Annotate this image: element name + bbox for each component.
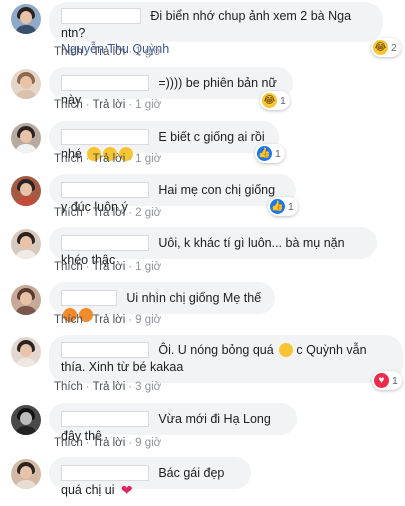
- comment-bubble: Đi biển nhớ chup ảnh xem 2 bà Nga ntn? N…: [49, 2, 383, 56]
- like-link[interactable]: Thích: [54, 381, 83, 393]
- timestamp: 1 giờ: [135, 99, 162, 111]
- comment-bubble: Hai mẹ con chị giống y đúc luôn ý: [49, 174, 296, 214]
- avatar[interactable]: [11, 176, 41, 206]
- timestamp: 9 giờ: [135, 437, 162, 449]
- avatar[interactable]: [11, 337, 41, 367]
- reaction-badge[interactable]: ♥ 1: [372, 371, 402, 390]
- smiling-emoji-icon: [279, 342, 294, 357]
- timestamp: 2 giờ: [135, 207, 162, 219]
- reaction-badge[interactable]: 😂 2: [371, 38, 401, 57]
- redacted-name: [61, 7, 141, 24]
- reaction-badge[interactable]: 👍 1: [255, 144, 285, 163]
- reaction-badge[interactable]: 👍 1: [268, 197, 298, 216]
- reply-link[interactable]: Trả lời: [93, 314, 126, 326]
- comment-actions: Thích · Trả lời · 1 giờ: [54, 99, 162, 111]
- avatar[interactable]: [11, 285, 41, 315]
- timestamp: 1 giờ: [135, 153, 162, 165]
- comment-text: Ui nhìn chị giống Mẹ thế: [126, 290, 262, 305]
- redacted-name: [61, 341, 149, 358]
- comment-text: Ôi. U nóng bỏng quá: [158, 342, 274, 357]
- avatar[interactable]: [11, 4, 41, 34]
- redacted-name: [61, 289, 117, 306]
- comment-actions: Thích · Trả lời · 1 giờ: [54, 261, 162, 273]
- comment-bubble: E biết c giống ai rồi nhé: [49, 121, 279, 161]
- comment-bubble: Ôi. U nóng bỏng quá c Quỳnh vẫn thía. Xi…: [49, 335, 403, 383]
- comment-actions: Thích · Trả lời · 2 giờ: [54, 207, 162, 219]
- avatar[interactable]: [11, 405, 41, 435]
- reply-link[interactable]: Trả lời: [93, 381, 126, 393]
- redacted-name: [61, 234, 149, 251]
- like-link[interactable]: Thích: [54, 46, 83, 58]
- comment-actions: Thích · Trả lời · 9 giờ: [54, 314, 162, 326]
- comment-bubble: =)))) be phiên bản nữ này: [49, 67, 293, 107]
- reaction-badge[interactable]: 😂 1: [260, 91, 290, 110]
- redacted-name: [61, 464, 149, 481]
- like-link[interactable]: Thích: [54, 99, 83, 111]
- timestamp: 9 giờ: [135, 314, 162, 326]
- comment-actions: Thích · Trả lời · 3 giờ: [54, 381, 162, 393]
- comment-bubble: Bác gái đẹp quá chị ui ❤: [49, 457, 251, 498]
- comment-bubble: Vừa mới đi Hạ Long đây thê: [49, 403, 297, 443]
- comment-actions: Thích · Trả lời · 9 giờ: [54, 437, 162, 449]
- reply-link[interactable]: Trả lời: [93, 207, 126, 219]
- like-link[interactable]: Thích: [54, 261, 83, 273]
- redacted-name: [61, 410, 149, 427]
- like-link[interactable]: Thích: [54, 153, 83, 165]
- reply-link[interactable]: Trả lời: [93, 99, 126, 111]
- avatar[interactable]: [11, 459, 41, 489]
- avatar[interactable]: [11, 229, 41, 259]
- like-link[interactable]: Thích: [54, 437, 83, 449]
- avatar[interactable]: [11, 69, 41, 99]
- reply-link[interactable]: Trả lời: [93, 261, 126, 273]
- redacted-name: [61, 74, 149, 91]
- timestamp: 3 giờ: [135, 381, 162, 393]
- redacted-name: [61, 181, 149, 198]
- red-heart-icon: ❤: [120, 481, 133, 498]
- comment-bubble: Ui nhìn chị giống Mẹ thế: [49, 282, 275, 322]
- timestamp: 1 giờ: [135, 46, 162, 58]
- avatar[interactable]: [11, 123, 41, 153]
- timestamp: 1 giờ: [135, 261, 162, 273]
- heart-icon: ♥: [374, 373, 389, 388]
- comment-bubble: Uôi, k khác tí gì luôn... bà mụ nặn khéo…: [49, 227, 377, 267]
- haha-icon: 😂: [373, 40, 388, 55]
- like-link[interactable]: Thích: [54, 207, 83, 219]
- reply-link[interactable]: Trả lời: [93, 153, 126, 165]
- like-icon: 👍: [257, 146, 272, 161]
- comment-actions: Thích · Trả lời · 1 giờ: [54, 153, 162, 165]
- like-link[interactable]: Thích: [54, 314, 83, 326]
- reply-link[interactable]: Trả lời: [93, 46, 126, 58]
- comment-actions: Thích · Trả lời · 1 giờ: [54, 46, 162, 58]
- redacted-name: [61, 128, 149, 145]
- like-icon: 👍: [270, 199, 285, 214]
- haha-icon: 😂: [262, 93, 277, 108]
- reply-link[interactable]: Trả lời: [93, 437, 126, 449]
